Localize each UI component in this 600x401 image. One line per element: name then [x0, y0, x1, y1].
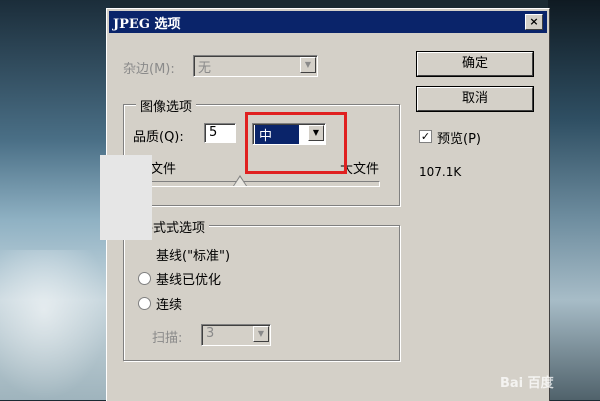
baseline-optimized-radio[interactable]	[138, 272, 151, 285]
small-file-label: 文件	[150, 162, 177, 177]
progressive-label: 连续	[156, 298, 183, 313]
scans-label: 扫描:	[152, 331, 183, 346]
image-options-title: 图像选项	[136, 96, 197, 115]
red-highlight-annotation	[245, 112, 347, 174]
quality-label: 品质(Q):	[133, 130, 184, 145]
cancel-button[interactable]: 取消	[417, 87, 533, 111]
scans-value: 3	[206, 326, 215, 341]
scans-select[interactable]: 3 ▼	[201, 324, 271, 346]
chevron-down-icon: ▼	[300, 57, 316, 73]
ok-button[interactable]: 确定	[417, 52, 533, 76]
dialog-titlebar: JPEG 选项 ×	[109, 11, 547, 33]
preview-label: 预览(P)	[437, 132, 481, 147]
blurred-overlay	[100, 155, 152, 240]
quality-slider-thumb[interactable]	[233, 175, 247, 186]
chevron-down-icon: ▼	[253, 326, 269, 342]
sky-background-right	[548, 0, 600, 400]
matte-select[interactable]: 无 ▼	[193, 55, 318, 77]
close-button[interactable]: ×	[525, 14, 543, 30]
preview-file-size: 107.1K	[419, 165, 462, 179]
progressive-radio[interactable]	[138, 297, 151, 310]
matte-label: 杂边(M):	[123, 62, 175, 77]
baseline-optimized-label: 基线已优化	[156, 273, 222, 288]
quality-input[interactable]: 5	[204, 123, 236, 143]
baseline-standard-label: 基线("标准")	[156, 249, 231, 264]
quality-slider-track[interactable]	[150, 181, 380, 187]
watermark-text: Bai 百度	[500, 376, 554, 391]
preview-checkbox[interactable]: ✓	[419, 130, 432, 143]
cloud-background	[0, 250, 110, 400]
matte-value: 无	[198, 61, 212, 76]
dialog-title: JPEG 选项	[113, 16, 181, 32]
